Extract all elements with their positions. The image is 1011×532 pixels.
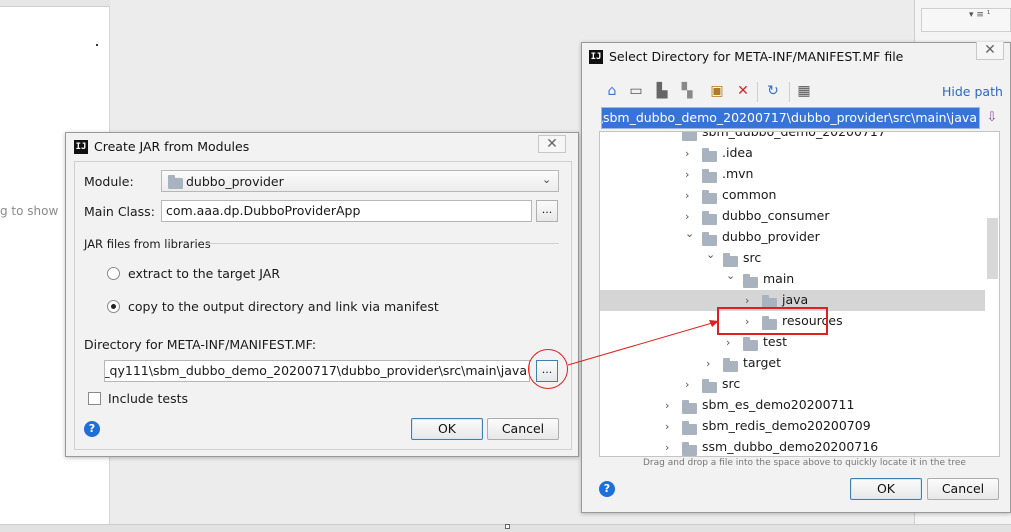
annotation-arrow <box>567 320 720 366</box>
